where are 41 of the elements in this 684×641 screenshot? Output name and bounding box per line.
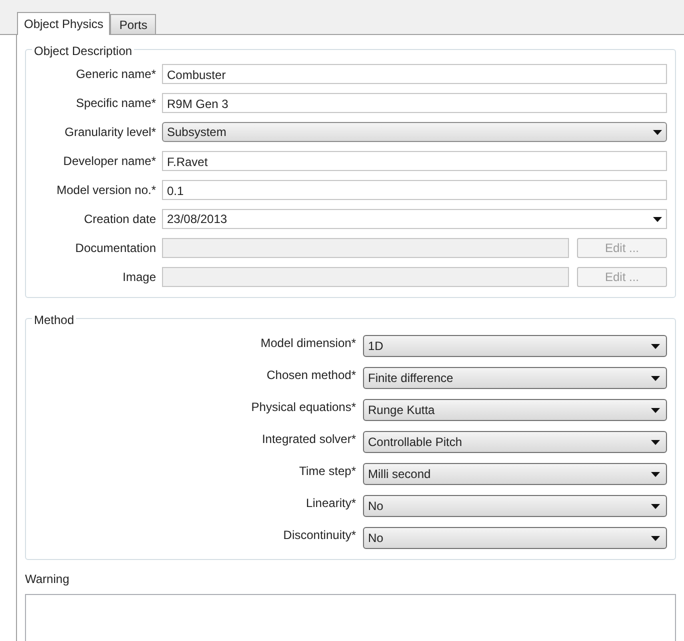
dropdown-arrow-icon	[651, 408, 660, 412]
tab[interactable]: Ports	[110, 14, 156, 34]
dropdown[interactable]: No	[363, 495, 667, 517]
dropdown-arrow-icon	[651, 472, 660, 476]
dropdown[interactable]: Finite difference	[363, 367, 667, 389]
dropdown[interactable]: 1D	[363, 335, 667, 357]
dropdown[interactable]: Runge Kutta	[363, 399, 667, 421]
warning-label: Warning	[25, 571, 70, 588]
dropdown[interactable]: Subsystem	[162, 122, 667, 142]
dropdown-arrow-icon	[651, 376, 660, 380]
text-field[interactable]: 0.1	[162, 180, 667, 200]
warning-text-area[interactable]	[25, 594, 676, 641]
dropdown-arrow-icon	[653, 130, 662, 134]
dropdown-arrow-icon	[651, 536, 660, 540]
dropdown[interactable]: Milli second	[363, 463, 667, 485]
field-label: Model dimension*	[260, 335, 356, 352]
text-field[interactable]: Combuster	[162, 64, 667, 84]
field-label: Specific name*	[74, 95, 156, 112]
text-field[interactable]: R9M Gen 3	[162, 93, 667, 113]
field-label: Generic name*	[74, 66, 156, 83]
field-label: Image	[122, 269, 156, 286]
field-label: Integrated solver*	[260, 431, 356, 448]
field-label: Documentation	[74, 240, 156, 257]
field-label: Creation date	[82, 211, 156, 228]
dropdown-arrow-icon	[653, 216, 662, 222]
date-field[interactable]: 23/08/2013	[162, 209, 667, 229]
field-label: Developer name*	[62, 153, 156, 170]
field-label: Physical equations*	[250, 399, 356, 416]
text-field[interactable]: F.Ravet	[162, 151, 667, 171]
dropdown[interactable]: Controllable Pitch	[363, 431, 667, 453]
field-label: Model version no.*	[56, 182, 156, 199]
dropdown-arrow-icon	[651, 504, 660, 508]
dropdown-arrow-icon	[651, 440, 660, 444]
field-label: Granularity level*	[64, 124, 156, 141]
dropdown-arrow-icon	[651, 344, 660, 348]
field-label: Time step*	[298, 463, 356, 480]
field-label: Discontinuity*	[282, 527, 356, 544]
field-label: Linearity*	[304, 495, 356, 512]
dropdown[interactable]: No	[363, 527, 667, 549]
tab[interactable]: Object Physics	[17, 12, 110, 35]
field-label: Chosen method*	[266, 367, 356, 384]
